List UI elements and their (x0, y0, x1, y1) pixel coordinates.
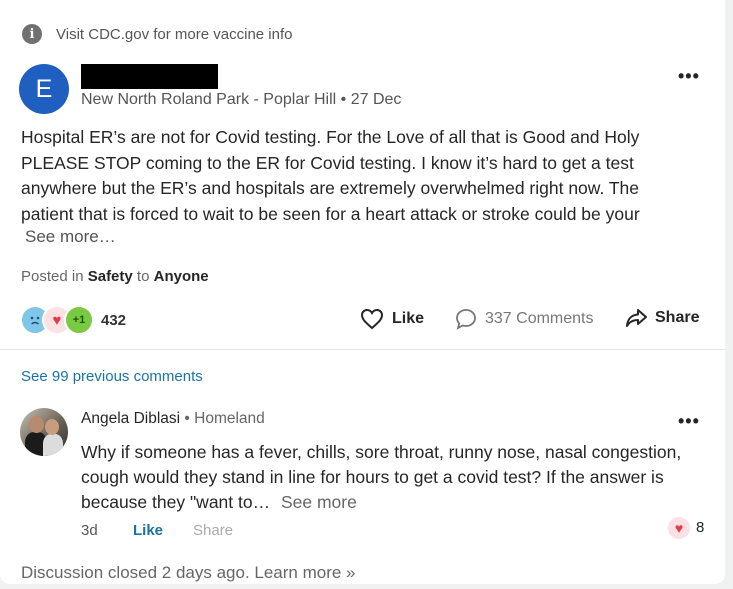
comment-line: because they "want to… (81, 492, 271, 512)
post-body-line: anywhere but the ER’s and hospitals are … (21, 178, 640, 198)
comment-heart-icon[interactable]: ♥ (668, 517, 690, 539)
post-body-line: Hospital ER’s are not for Covid testing.… (21, 127, 640, 147)
commenter-avatar[interactable] (20, 408, 68, 456)
share-arrow-icon (626, 309, 647, 327)
comment-bubble-icon (456, 309, 476, 330)
comment-share-button[interactable]: Share (193, 522, 233, 539)
comment-like-button[interactable]: Like (133, 522, 163, 539)
post-body-line: PLEASE STOP coming to the ER for Covid t… (21, 152, 634, 173)
category-link[interactable]: Safety (88, 268, 133, 285)
share-button[interactable]: Share (625, 308, 699, 328)
audience-link[interactable]: Anyone (154, 268, 209, 285)
see-previous-comments-link[interactable]: See 99 previous comments (21, 368, 203, 385)
comment-time: 3d (81, 522, 98, 539)
post-card: i Visit CDC.gov for more vaccine info E … (0, 0, 725, 584)
comment-line: Why if someone has a fever, chills, sore… (81, 442, 682, 462)
comment-see-more-link[interactable]: See more (281, 492, 357, 512)
banner-text: Visit CDC.gov for more vaccine info (56, 25, 293, 43)
divider (0, 349, 725, 350)
redacted-author-name (81, 64, 218, 89)
commenter-location[interactable]: Homeland (194, 410, 265, 427)
comments-button[interactable]: 337 Comments (455, 308, 594, 330)
post-meta: New North Roland Park - Poplar Hill • 27… (81, 91, 402, 108)
discussion-closed-notice[interactable]: Discussion closed 2 days ago. Learn more… (21, 563, 356, 583)
comment-body: Why if someone has a fever, chills, sore… (81, 440, 691, 515)
vaccine-info-banner[interactable]: i Visit CDC.gov for more vaccine info (22, 24, 292, 44)
info-icon: i (22, 24, 42, 44)
like-button[interactable]: Like (360, 308, 424, 330)
reaction-count[interactable]: 432 (101, 312, 126, 329)
post-more-options-icon[interactable]: ••• (678, 66, 700, 87)
comment-more-options-icon[interactable]: ••• (678, 411, 700, 432)
heart-outline-icon (360, 308, 384, 330)
post-see-more-link[interactable]: See more… (25, 227, 116, 247)
author-avatar[interactable]: E (19, 64, 69, 114)
comment-line: cough would they stand in line for hours… (81, 467, 664, 487)
post-body-line: patient that is forced to wait to be see… (21, 203, 640, 224)
comment-reaction-count[interactable]: 8 (696, 519, 704, 536)
post-body: Hospital ER’s are not for Covid testing.… (21, 125, 681, 227)
plus-one-reaction-icon: +1 (64, 305, 94, 335)
posted-in: Posted in Safety to Anyone (21, 268, 209, 285)
commenter-name[interactable]: Angela Diblasi (81, 410, 180, 427)
comment-header: Angela Diblasi • Homeland (81, 410, 265, 427)
